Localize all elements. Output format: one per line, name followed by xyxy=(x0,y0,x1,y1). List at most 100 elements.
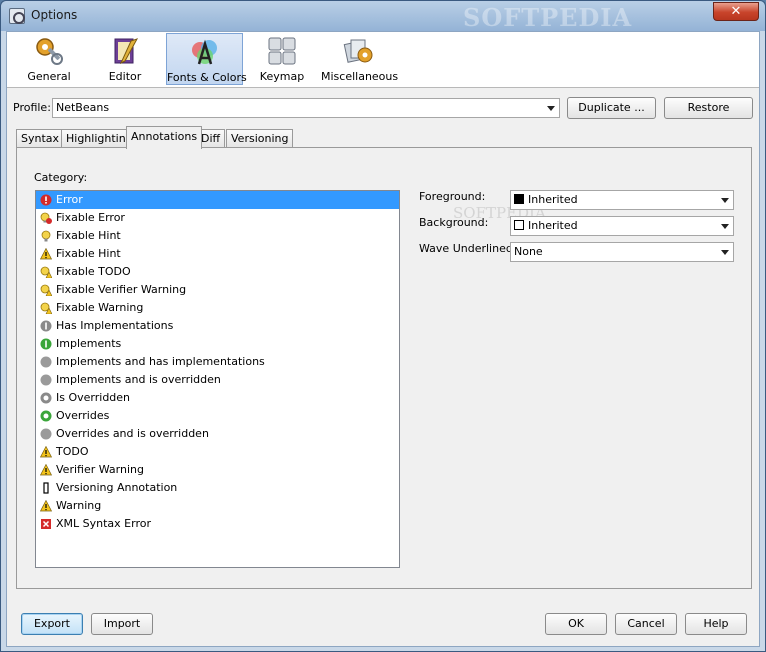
cancel-button[interactable]: Cancel xyxy=(615,613,677,635)
bulb-warning-icon xyxy=(40,266,52,278)
foreground-swatch xyxy=(514,194,524,204)
list-item-label: Fixable Hint xyxy=(56,247,121,260)
toolbar-fonts-colors[interactable]: Fonts & Colors xyxy=(166,33,247,85)
wave-underlined-combo[interactable]: None xyxy=(510,242,734,262)
foreground-label: Foreground: xyxy=(419,190,486,203)
list-item-label: Implements xyxy=(56,337,122,350)
foreground-combo[interactable]: Inherited xyxy=(510,190,734,210)
background-value: Inherited xyxy=(528,219,578,232)
bar-icon xyxy=(43,482,49,494)
duplicate-button[interactable]: Duplicate ... xyxy=(567,97,656,119)
chevron-down-icon xyxy=(721,198,729,203)
app-icon xyxy=(9,8,25,24)
list-item[interactable]: Overrides and is overridden xyxy=(36,425,399,443)
profile-label: Profile: xyxy=(13,101,51,114)
import-button[interactable]: Import xyxy=(91,613,153,635)
gray-circle-icon xyxy=(40,374,52,386)
chevron-down-icon xyxy=(721,250,729,255)
gray-circle-icon xyxy=(40,428,52,440)
toolbar-keymap-label: Keymap xyxy=(259,70,305,83)
close-button[interactable]: ✕ xyxy=(713,2,759,21)
gray-circle-icon xyxy=(40,356,52,368)
list-item-label: Fixable Warning xyxy=(56,301,144,314)
xml-error-icon xyxy=(41,519,51,529)
error-icon xyxy=(40,194,52,206)
gears-icon xyxy=(36,38,63,65)
bulb-error-icon xyxy=(40,212,52,224)
help-button[interactable]: Help xyxy=(685,613,747,635)
list-item[interactable]: Is Overridden xyxy=(36,389,399,407)
bulb-icon xyxy=(41,230,51,242)
tab-versioning[interactable]: Versioning xyxy=(226,129,294,148)
wave-underlined-value: None xyxy=(514,245,543,258)
warning-icon xyxy=(40,248,52,260)
list-item[interactable]: Fixable Hint xyxy=(36,227,399,245)
has-implementations-icon xyxy=(40,320,52,332)
list-item[interactable]: Implements and is overridden xyxy=(36,371,399,389)
list-item-label: Overrides xyxy=(56,409,110,422)
background-swatch xyxy=(514,220,524,230)
restore-button[interactable]: Restore xyxy=(664,97,753,119)
list-item[interactable]: TODO xyxy=(36,443,399,461)
category-label: Category: xyxy=(34,171,88,184)
toolbar-miscellaneous[interactable]: Miscellaneous xyxy=(321,33,399,85)
list-item-label: Verifier Warning xyxy=(56,463,144,476)
foreground-value: Inherited xyxy=(528,193,578,206)
warning-icon xyxy=(40,446,52,458)
bulb-warning-icon xyxy=(40,302,52,314)
list-item[interactable]: Fixable TODO xyxy=(36,263,399,281)
list-item[interactable]: Implements and has implementations xyxy=(36,353,399,371)
list-item[interactable]: Fixable Warning xyxy=(36,299,399,317)
list-item[interactable]: XML Syntax Error xyxy=(36,515,399,533)
list-item-label: Fixable Verifier Warning xyxy=(56,283,187,296)
category-toolbar: General Editor Fonts & Colors Keymap Mis… xyxy=(7,32,759,88)
list-item-label: Overrides and is overridden xyxy=(56,427,209,440)
list-item-label: Implements and is overridden xyxy=(56,373,221,386)
list-item[interactable]: Verifier Warning xyxy=(36,461,399,479)
list-item-label: TODO xyxy=(56,445,89,458)
is-overridden-icon xyxy=(40,392,52,404)
list-item[interactable]: Fixable Hint xyxy=(36,245,399,263)
category-list[interactable]: Error Fixable Error Fixable Hint Fixable… xyxy=(35,190,400,568)
toolbar-general[interactable]: General xyxy=(9,33,89,85)
miscellaneous-icon xyxy=(343,39,373,63)
list-item[interactable]: Fixable Verifier Warning xyxy=(36,281,399,299)
export-button[interactable]: Export xyxy=(21,613,83,635)
title-bar[interactable]: Options SOFTPEDIA ✕ xyxy=(1,1,765,32)
tab-annotations[interactable]: Annotations xyxy=(126,126,203,149)
window-title: Options xyxy=(31,8,78,22)
tab-syntax[interactable]: Syntax xyxy=(16,129,65,148)
toolbar-keymap[interactable]: Keymap xyxy=(242,33,322,85)
keymap-icon xyxy=(268,37,296,65)
background-label: Background: xyxy=(419,216,489,229)
ok-button[interactable]: OK xyxy=(545,613,607,635)
list-item-label: Warning xyxy=(56,499,102,512)
list-item[interactable]: Error xyxy=(36,191,399,209)
profile-combo[interactable]: NetBeans xyxy=(52,98,560,118)
list-item[interactable]: Fixable Error xyxy=(36,209,399,227)
toolbar-miscellaneous-label: Miscellaneous xyxy=(321,70,399,83)
list-item-label: Has Implementations xyxy=(56,319,174,332)
options-window: Options SOFTPEDIA ✕ General Editor Fonts… xyxy=(0,0,766,652)
list-item[interactable]: Has Implementations xyxy=(36,317,399,335)
list-item[interactable]: Implements xyxy=(36,335,399,353)
warning-icon xyxy=(40,500,52,512)
background-combo[interactable]: Inherited xyxy=(510,216,734,236)
editor-icon xyxy=(114,38,139,65)
list-item-label: XML Syntax Error xyxy=(56,517,151,530)
list-item[interactable]: Versioning Annotation xyxy=(36,479,399,497)
toolbar-fonts-colors-label: Fonts & Colors xyxy=(167,71,247,84)
overrides-icon xyxy=(40,410,52,422)
fonts-colors-icon xyxy=(191,39,217,65)
wave-underlined-label: Wave Underlined: xyxy=(419,242,517,255)
toolbar-editor[interactable]: Editor xyxy=(85,33,165,85)
profile-value: NetBeans xyxy=(56,101,110,114)
options-content: General Editor Fonts & Colors Keymap Mis… xyxy=(6,31,760,647)
list-item-label: Fixable Hint xyxy=(56,229,121,242)
chevron-down-icon xyxy=(547,106,555,111)
list-item[interactable]: Warning xyxy=(36,497,399,515)
list-item-label: Is Overridden xyxy=(56,391,131,404)
list-item[interactable]: Overrides xyxy=(36,407,399,425)
list-item-label: Implements and has implementations xyxy=(56,355,265,368)
list-item-label: Versioning Annotation xyxy=(56,481,178,494)
